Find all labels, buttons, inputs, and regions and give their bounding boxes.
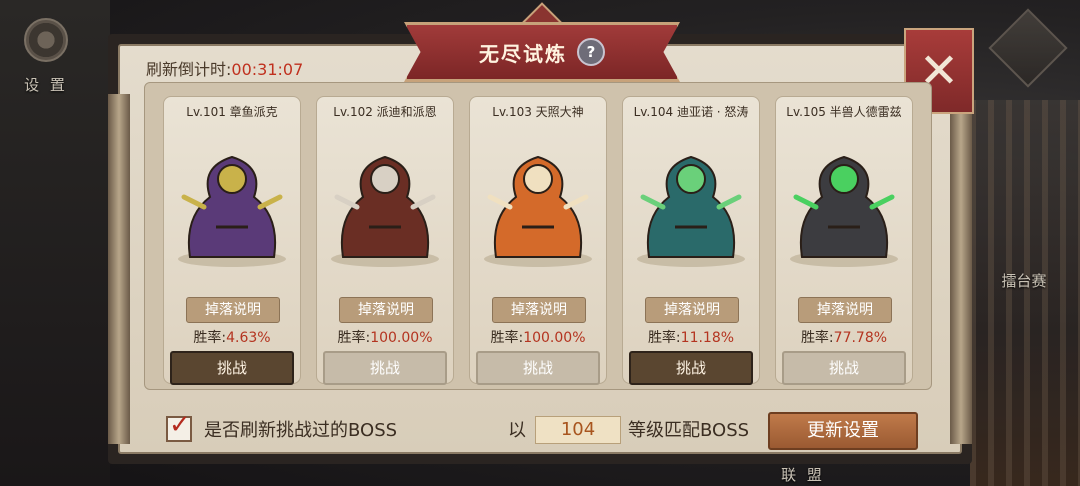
win-rate-label: 胜率: xyxy=(337,330,371,346)
challenge-button[interactable]: 挑战 xyxy=(476,351,600,385)
boss-name: Lv.102 派迪和派恩 xyxy=(333,105,437,119)
left-pillar xyxy=(108,94,130,444)
update-settings-button[interactable]: 更新设置 xyxy=(768,412,918,450)
win-rate-label: 胜率: xyxy=(800,330,834,346)
drop-info-button[interactable]: 掉落说明 xyxy=(186,297,280,323)
settings-label[interactable]: 设 置 xyxy=(24,74,68,95)
refresh-checkbox-label: 是否刷新挑战过的BOSS xyxy=(204,420,398,441)
refresh-toggle[interactable]: ✓ 是否刷新挑战过的BOSS xyxy=(166,410,398,446)
boss-name: Lv.104 迪亚诺 · 怒涛 xyxy=(633,105,749,119)
win-rate: 胜率:100.00% xyxy=(470,327,606,347)
help-icon[interactable]: ? xyxy=(577,38,605,66)
city-scene-background xyxy=(970,100,1080,486)
win-rate-label: 胜率: xyxy=(490,330,524,346)
refresh-countdown: 刷新倒计时:00:31:07 xyxy=(146,56,303,80)
boss-portrait-icon xyxy=(178,155,286,267)
refresh-checkbox[interactable]: ✓ xyxy=(166,410,192,442)
boss-portrait-icon xyxy=(790,155,898,267)
win-rate-value: 4.63% xyxy=(226,330,271,346)
win-rate: 胜率:11.18% xyxy=(623,327,759,347)
boss-card[interactable]: Lv.101 章鱼派克 掉落说明 胜率:4.63% 挑战 xyxy=(163,96,301,385)
drop-info-button[interactable]: 掉落说明 xyxy=(492,297,586,323)
right-pillar xyxy=(950,94,972,444)
level-suffix: 等级匹配BOSS xyxy=(628,420,750,441)
boss-portrait-icon xyxy=(331,155,439,267)
level-input[interactable]: 104 xyxy=(535,416,621,444)
drop-info-button[interactable]: 掉落说明 xyxy=(339,297,433,323)
drop-info-button[interactable]: 掉落说明 xyxy=(645,297,739,323)
boss-card[interactable]: Lv.102 派迪和派恩 掉落说明 胜率:100.00% 挑战 xyxy=(316,96,454,385)
arena-label[interactable]: 擂台赛 xyxy=(994,270,1054,291)
win-rate-value: 100.00% xyxy=(523,330,586,346)
title-banner: 无尽试炼 ? xyxy=(404,22,680,82)
win-rate-label: 胜率: xyxy=(193,330,227,346)
modal-title: 无尽试炼 xyxy=(479,41,567,66)
win-rate: 胜率:77.78% xyxy=(776,327,912,347)
countdown-label: 刷新倒计时: xyxy=(146,60,232,79)
alliance-label[interactable]: 联 盟 xyxy=(778,464,828,485)
boss-name: Lv.103 天照大神 xyxy=(492,105,584,119)
boss-name: Lv.101 章鱼派克 xyxy=(186,105,278,119)
boss-name: Lv.105 半兽人德雷兹 xyxy=(786,105,902,119)
win-rate: 胜率:4.63% xyxy=(164,327,300,347)
boss-card[interactable]: Lv.105 半兽人德雷兹 掉落说明 胜率:77.78% 挑战 xyxy=(775,96,913,385)
win-rate-value: 11.18% xyxy=(680,330,735,346)
boss-portrait-icon xyxy=(484,155,592,267)
challenge-button[interactable]: 挑战 xyxy=(782,351,906,385)
challenge-button[interactable]: 挑战 xyxy=(629,351,753,385)
win-rate: 胜率:100.00% xyxy=(317,327,453,347)
win-rate-value: 77.78% xyxy=(833,330,888,346)
boss-portrait-icon xyxy=(637,155,745,267)
boss-card[interactable]: Lv.104 迪亚诺 · 怒涛 掉落说明 胜率:11.18% 挑战 xyxy=(622,96,760,385)
settings-gear-icon[interactable] xyxy=(24,18,68,62)
left-sidebar-background xyxy=(0,0,110,486)
challenge-button[interactable]: 挑战 xyxy=(323,351,447,385)
countdown-time: 00:31:07 xyxy=(231,60,304,79)
win-rate-label: 胜率: xyxy=(647,330,681,346)
boss-card[interactable]: Lv.103 天照大神 掉落说明 胜率:100.00% 挑战 xyxy=(469,96,607,385)
drop-info-button[interactable]: 掉落说明 xyxy=(798,297,892,323)
challenge-button[interactable]: 挑战 xyxy=(170,351,294,385)
win-rate-value: 100.00% xyxy=(370,330,433,346)
checkmark-icon: ✓ xyxy=(169,410,191,440)
level-prefix: 以 xyxy=(508,420,526,441)
